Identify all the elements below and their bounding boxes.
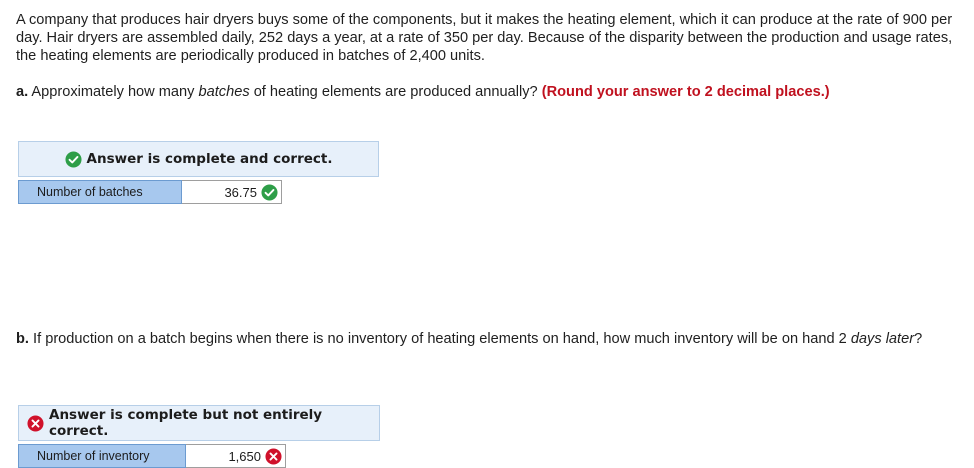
answer-label: Number of inventory [18, 444, 186, 468]
problem-intro: A company that produces hair dryers buys… [16, 11, 962, 65]
part-b-text-after: ? [914, 331, 923, 347]
part-b-status-banner: Answer is complete but not entirely corr… [18, 405, 380, 441]
answer-label: Number of batches [18, 180, 182, 204]
part-a-label: a. [16, 84, 29, 100]
rounding-instruction: (Round your answer to 2 decimal places.) [541, 84, 830, 100]
x-circle-icon [265, 447, 282, 465]
status-text: Answer is complete but not entirely corr… [49, 407, 323, 439]
part-a-emphasis: batches [198, 84, 250, 100]
check-circle-icon [261, 183, 278, 201]
part-b-emphasis: days later [850, 331, 915, 347]
part-a-answer-row: Number of batches 36.75 [18, 180, 282, 204]
intro-text: A company that produces hair dryers buys… [16, 12, 953, 64]
part-a-text: Approximately how many [28, 84, 199, 100]
check-circle-icon [64, 150, 82, 168]
part-b-text: If production on a batch begins when the… [28, 331, 851, 347]
part-b-label: b. [16, 331, 29, 347]
part-b-answer-row: Number of inventory 1,650 [18, 444, 286, 468]
number-of-batches-field[interactable]: 36.75 [182, 180, 282, 204]
answer-value: 1,650 [228, 448, 261, 464]
part-a-text-after: of heating elements are produced annuall… [249, 84, 542, 100]
x-circle-icon [27, 414, 44, 432]
status-text: Answer is complete and correct. [86, 151, 333, 167]
part-a-question: a. Approximately how many batches of hea… [16, 83, 962, 101]
part-b-question: b. If production on a batch begins when … [16, 330, 962, 348]
answer-value: 36.75 [224, 184, 257, 200]
part-a-status-banner: Answer is complete and correct. [18, 141, 379, 177]
number-of-inventory-field[interactable]: 1,650 [186, 444, 286, 468]
